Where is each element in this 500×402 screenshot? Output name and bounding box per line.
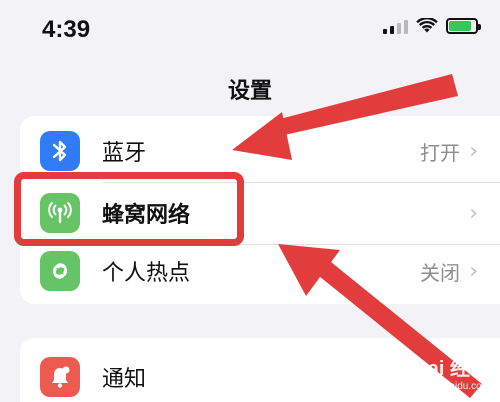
bluetooth-value: 打开 (420, 140, 460, 165)
chevron-right-icon: › (469, 200, 478, 226)
bluetooth-label: 蓝牙 (102, 141, 147, 166)
hotspot-value: 关闭 (420, 260, 460, 285)
status-time: 4:39 (42, 16, 91, 43)
battery-level-fill (449, 21, 472, 31)
watermark-main: Bai 经验 (413, 358, 490, 380)
cellular-antenna-icon (40, 193, 80, 233)
settings-row-bluetooth[interactable]: 蓝牙 打开 › (20, 120, 500, 182)
chevron-right-icon: › (469, 138, 478, 164)
watermark-sub: jingyan.baidu.com (409, 381, 490, 392)
page-title: 设置 (227, 79, 272, 104)
chevron-right-icon: › (469, 258, 478, 284)
wifi-icon (416, 18, 438, 33)
status-icons (383, 18, 481, 34)
bluetooth-icon (40, 131, 80, 171)
watermark-logo: Bai 经验 jingyan.baidu.com (409, 352, 490, 392)
cellular-signal-icon (383, 18, 408, 34)
hotspot-link-icon (40, 251, 80, 291)
bell-icon (40, 357, 80, 397)
settings-group-connectivity: 蓝牙 打开 › 蜂窝网络 › 个人热点 关闭 › (20, 116, 500, 304)
settings-row-cellular[interactable]: 蜂窝网络 › (20, 182, 500, 244)
notifications-label: 通知 (102, 367, 147, 392)
settings-row-hotspot[interactable]: 个人热点 关闭 › (20, 240, 500, 302)
hotspot-label: 个人热点 (102, 261, 191, 286)
cellular-label: 蜂窝网络 (102, 203, 191, 228)
battery-charging-icon (446, 18, 481, 34)
status-bar: 4:39 (0, 0, 500, 60)
